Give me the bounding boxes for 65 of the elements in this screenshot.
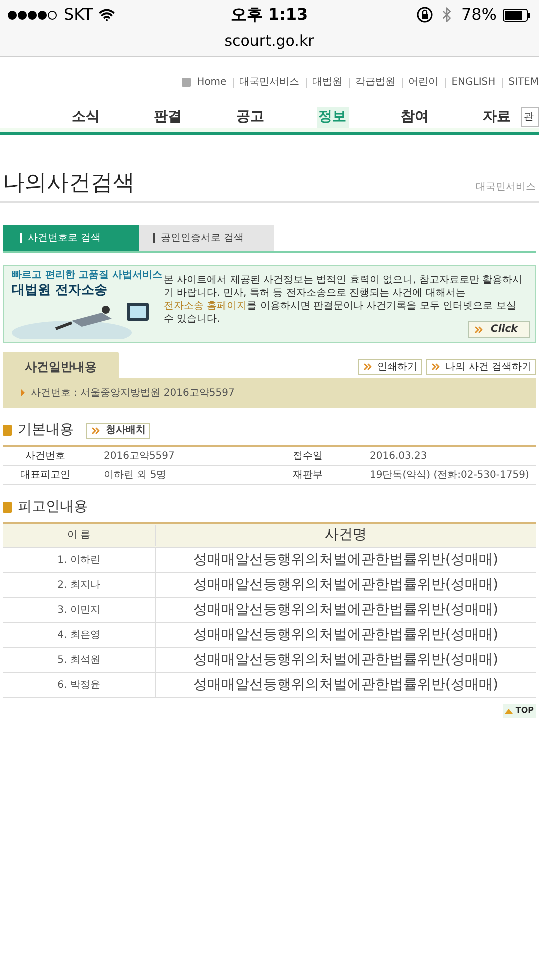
top-link[interactable]: ENGLISH xyxy=(452,75,496,90)
top-link[interactable]: SITEM xyxy=(508,75,539,90)
table-cell-text: 이하린 외 5명 xyxy=(103,468,168,482)
table-cell-text: 6. 박정윤 xyxy=(56,678,102,692)
top-link[interactable]: 대국민서비스 xyxy=(240,75,300,90)
rotation-lock-icon xyxy=(417,7,434,23)
table-cell-text: 3. 이민지 xyxy=(56,604,102,618)
search-tab[interactable]: 사건번호로 검색 xyxy=(3,225,139,251)
table-cell: 성매매알선등행위의처벌에관한법률위반(성매매) xyxy=(155,623,536,647)
home-icon xyxy=(182,78,192,87)
clock-text: 오후 1:13 xyxy=(230,4,308,26)
square-bullet-icon xyxy=(3,502,12,513)
table-cell: 성매매알선등행위의처벌에관한법률위반(성매매) xyxy=(155,648,536,672)
table-cell-text: 19단독(약식) (전화:02-530-1759) xyxy=(369,468,530,482)
page-title: 나의사건검색 xyxy=(3,173,135,195)
building-layout-button[interactable]: 청사배치 xyxy=(86,422,150,438)
double-chevron-icon xyxy=(362,361,374,373)
square-bullet-icon xyxy=(3,425,12,436)
table-cell: 성매매알선등행위의처벌에관한법률위반(성매매) xyxy=(155,598,536,622)
top-link[interactable]: 대법원 xyxy=(312,75,343,90)
table-cell-text: 1. 이하린 xyxy=(56,554,102,568)
breadcrumb-text: 대국민서비스 xyxy=(476,181,536,195)
nav-menu-item[interactable]: 자료 xyxy=(480,106,513,128)
section-heading: 기본내용 xyxy=(18,421,74,440)
action-button[interactable]: 나의 사건 검색하기 xyxy=(426,359,536,375)
battery-icon xyxy=(503,8,531,22)
table-cell-text: 5. 최석원 xyxy=(56,654,102,668)
nav-menu-item[interactable]: 공고 xyxy=(234,106,266,128)
battery-percent-text: 78% xyxy=(461,4,497,26)
table-cell: 성매매알선등행위의처벌에관한법률위반(성매매) xyxy=(155,673,536,697)
column-header: 사건명 xyxy=(155,525,536,546)
click-button[interactable]: Click xyxy=(468,321,530,338)
top-button[interactable]: TOP xyxy=(502,704,536,718)
signal-dots-icon xyxy=(8,10,58,20)
column-header: 이 름 xyxy=(66,529,92,543)
up-triangle-icon xyxy=(504,708,513,714)
table-cell-text: 4. 최은영 xyxy=(56,628,102,642)
banner-title: 대법원 전자소송 xyxy=(12,283,109,300)
case-number-text: 사건번호 : 서울중앙지방법원 2016고약5597 xyxy=(31,386,235,400)
carrier-text: SKT xyxy=(64,4,94,26)
table-header-cell-text: 접수일 xyxy=(292,450,324,464)
nav-menu-item[interactable]: 참여 xyxy=(398,106,431,128)
address-bar[interactable]: scourt.go.kr xyxy=(0,30,539,57)
top-link[interactable]: Home xyxy=(197,75,227,90)
section-heading: 피고인내용 xyxy=(18,498,88,517)
search-tab[interactable]: 공인인증서로 검색 xyxy=(139,225,274,251)
nav-menu-item[interactable]: 판결 xyxy=(152,106,184,128)
table-header-cell-text: 사건번호 xyxy=(24,450,66,464)
table-cell-text: 2. 최지나 xyxy=(56,578,102,592)
table-header-cell-text: 대표피고인 xyxy=(20,468,72,482)
table-cell: 성매매알선등행위의처벌에관한법률위반(성매매) xyxy=(155,573,536,597)
top-link[interactable]: 각급법원 xyxy=(356,75,396,90)
wifi-icon xyxy=(99,7,116,23)
double-chevron-icon xyxy=(430,361,442,373)
arrow-bullet-icon xyxy=(21,389,25,397)
top-link[interactable]: 어린이 xyxy=(408,75,439,90)
table-header-cell-text: 재판부 xyxy=(292,468,324,482)
action-button[interactable]: 인쇄하기 xyxy=(358,359,422,375)
url-text: scourt.go.kr xyxy=(224,31,314,52)
banner-tagline: 빠르고 편리한 고품질 사법서비스 xyxy=(12,271,164,281)
search-field[interactable]: 관 xyxy=(521,107,539,127)
table-cell: 성매매알선등행위의처벌에관한법률위반(성매매) xyxy=(155,548,536,572)
table-cell-text: 2016.03.23 xyxy=(369,450,428,464)
nav-menu-item[interactable]: 소식 xyxy=(70,106,102,128)
table-cell-text: 2016고약5597 xyxy=(103,450,176,464)
